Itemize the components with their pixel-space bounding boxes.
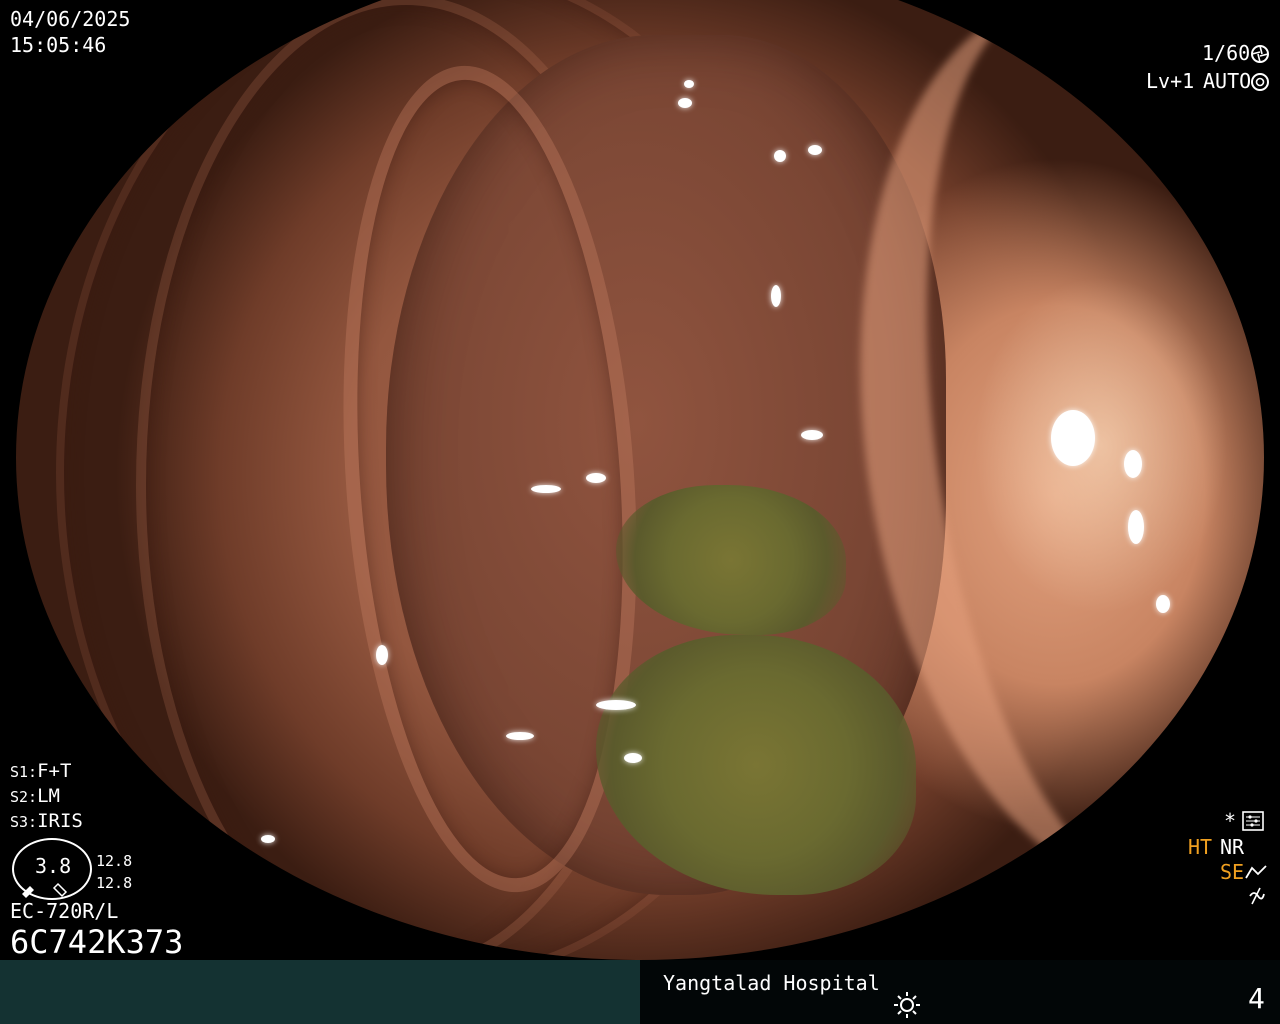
- footer-bar-left: [0, 960, 640, 1024]
- specular-highlight: [678, 98, 692, 108]
- setting-s3-label: S3:: [10, 813, 38, 831]
- light-level: Lv+1: [1146, 69, 1195, 93]
- scope-reading-2: 12.8: [96, 874, 133, 892]
- setting-s1-label: S1:: [10, 763, 38, 781]
- setting-s3-value: IRIS: [37, 810, 83, 832]
- date-readout: 04/06/2025: [10, 7, 131, 31]
- hospital-name: Yangtalad Hospital: [663, 971, 880, 995]
- setting-s1-value: F+T: [37, 760, 72, 782]
- se-indicator: SE: [1220, 860, 1245, 884]
- specular-highlight: [586, 473, 606, 483]
- setting-s3: S3:IRIS: [10, 810, 83, 833]
- specular-highlight: [624, 753, 642, 763]
- page-number: 4: [1248, 982, 1265, 1015]
- specular-highlight: [808, 145, 822, 155]
- setting-s2-value: LM: [37, 785, 60, 807]
- specular-highlight: [771, 285, 781, 307]
- endoscope-image: [16, 0, 1264, 960]
- specular-highlight: [1128, 510, 1144, 544]
- specular-highlight: [261, 835, 275, 843]
- aperture-icon: [1251, 45, 1269, 63]
- specular-highlight: [1051, 410, 1095, 466]
- specular-highlight: [774, 150, 786, 162]
- ht-indicator: HT: [1188, 835, 1213, 859]
- asterisk-marker: *: [1224, 809, 1237, 833]
- setting-s2: S2:LM: [10, 785, 60, 808]
- edge-enhance-icon: [1249, 887, 1265, 905]
- sun-icon: [894, 992, 920, 1018]
- specular-highlight: [506, 732, 534, 740]
- specular-highlight: [1124, 450, 1142, 478]
- specular-highlight: [801, 430, 823, 440]
- structure-enhance-icon: [1245, 865, 1267, 879]
- specular-highlight: [376, 645, 388, 665]
- scope-model: EC-720R/L: [10, 899, 119, 923]
- scope-serial: 6C742K373: [10, 923, 184, 961]
- settings-sliders-icon: [1242, 811, 1264, 831]
- specular-highlight: [684, 80, 694, 88]
- nr-indicator: NR: [1220, 835, 1245, 859]
- shutter-speed: 1/60: [1202, 41, 1251, 65]
- scope-tip-icon: [22, 882, 68, 898]
- camera-iris-icon: [1251, 73, 1269, 91]
- specular-highlight: [531, 485, 561, 493]
- setting-s1: S1:F+T: [10, 760, 71, 783]
- specular-highlight: [596, 700, 636, 710]
- scope-reading-1: 12.8: [96, 852, 133, 870]
- setting-s2-label: S2:: [10, 788, 38, 806]
- exposure-mode: AUTO: [1203, 69, 1252, 93]
- specular-highlight: [1156, 595, 1170, 613]
- time-readout: 15:05:46: [10, 33, 107, 57]
- zoom-value: 3.8: [35, 854, 72, 878]
